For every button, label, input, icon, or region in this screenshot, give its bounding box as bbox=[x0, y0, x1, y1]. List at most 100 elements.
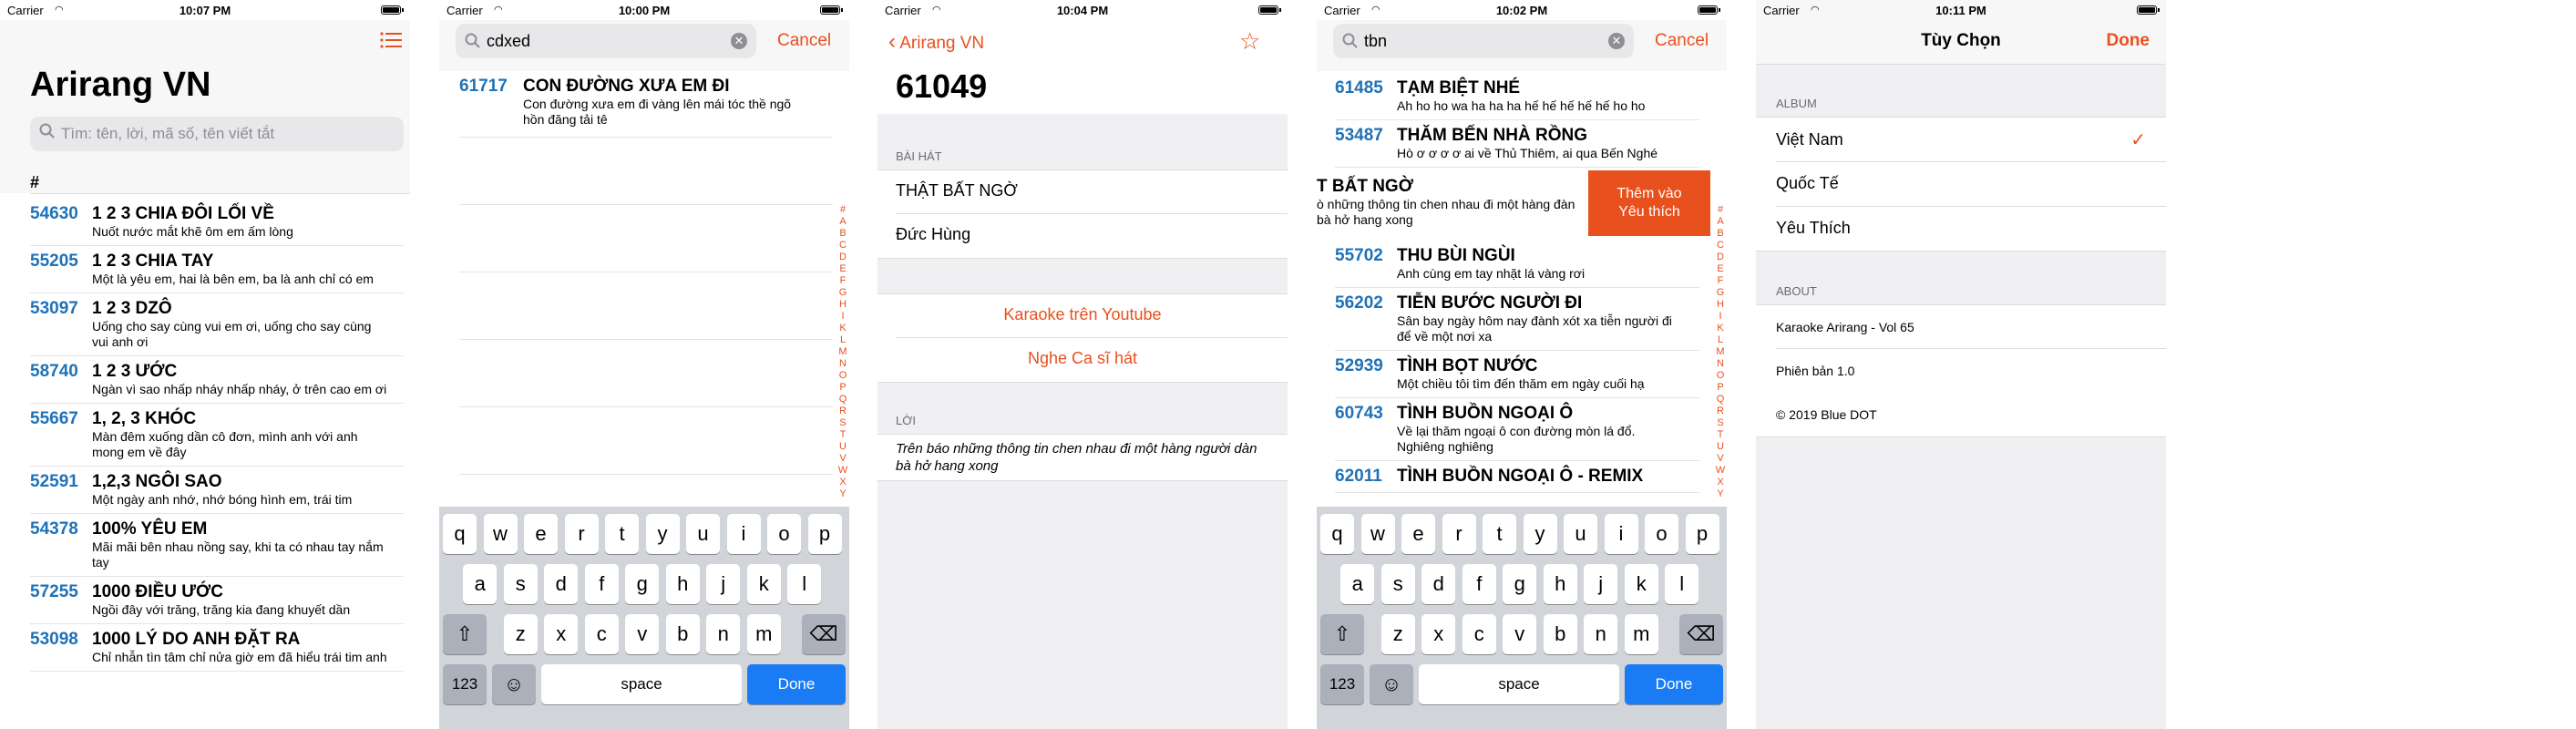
key-b[interactable]: b bbox=[1543, 614, 1577, 654]
key-s[interactable]: s bbox=[1380, 564, 1415, 604]
index-letter[interactable]: K bbox=[1714, 323, 1727, 334]
index-letter[interactable]: Q bbox=[836, 394, 849, 406]
key-h[interactable]: h bbox=[665, 564, 700, 604]
key-g[interactable]: g bbox=[1503, 564, 1537, 604]
list-menu-icon[interactable] bbox=[380, 31, 402, 49]
key-o[interactable]: o bbox=[1645, 514, 1678, 554]
done-button[interactable]: Done bbox=[2107, 31, 2150, 51]
key-s[interactable]: s bbox=[503, 564, 538, 604]
index-letter[interactable]: S bbox=[1714, 417, 1727, 429]
index-letter[interactable]: V bbox=[1714, 453, 1727, 465]
index-letter[interactable]: W bbox=[1714, 465, 1727, 477]
index-letter[interactable]: G bbox=[1714, 287, 1727, 299]
space-key[interactable]: space bbox=[541, 664, 742, 704]
index-letter[interactable]: R bbox=[1714, 406, 1727, 417]
index-letter[interactable]: U bbox=[836, 441, 849, 453]
clear-icon[interactable]: ✕ bbox=[731, 33, 747, 49]
key-l[interactable]: l bbox=[1665, 564, 1699, 604]
index-letter[interactable]: Y bbox=[1714, 488, 1727, 500]
backspace-key[interactable]: ⌫ bbox=[1679, 614, 1723, 654]
index-letter[interactable]: G bbox=[836, 287, 849, 299]
list-item[interactable]: 53098 1000 LÝ DO ANH ĐẶT RA Chỉ nhẫn tìn t… bbox=[30, 624, 404, 672]
index-letter[interactable]: N bbox=[1714, 358, 1727, 370]
key-d[interactable]: d bbox=[1421, 564, 1456, 604]
index-letter[interactable]: E bbox=[1714, 263, 1727, 275]
key-g[interactable]: g bbox=[625, 564, 660, 604]
index-letter[interactable]: T bbox=[836, 429, 849, 441]
list-item[interactable]: 61485 TẠM BIỆT NHÉ Ah ho ho wa ha ha ha hế… bbox=[1335, 73, 1699, 120]
index-bar[interactable]: # A B C D E F G H I K L M N O P Q R S T U V W X Y bbox=[1714, 204, 1727, 500]
key-f[interactable]: f bbox=[1462, 564, 1496, 604]
index-letter[interactable]: V bbox=[836, 453, 849, 465]
key-e[interactable]: e bbox=[1401, 514, 1435, 554]
list-item[interactable]: 52591 1,2,3 NGÔI SAO Một ngày anh nhớ, nhớ… bbox=[30, 467, 404, 514]
index-letter[interactable]: A bbox=[836, 216, 849, 228]
list-item[interactable]: 54630 1 2 3 CHIA ĐÔI LỐI VỀ Nuốt nước mắt … bbox=[30, 199, 404, 246]
index-letter[interactable]: F bbox=[1714, 275, 1727, 287]
list-item[interactable]: 61717 CON ĐƯỜNG XƯA EM ĐI Con đường xưa … bbox=[459, 77, 833, 128]
key-m[interactable]: m bbox=[746, 614, 781, 654]
listen-singer-button[interactable]: Nghe Ca sĩ hát bbox=[877, 349, 1288, 368]
index-letter[interactable]: U bbox=[1714, 441, 1727, 453]
key-u[interactable]: u bbox=[686, 514, 720, 554]
index-letter[interactable]: O bbox=[1714, 370, 1727, 382]
index-letter[interactable]: D bbox=[1714, 252, 1727, 263]
key-d[interactable]: d bbox=[544, 564, 579, 604]
emoji-key[interactable]: ☺ bbox=[492, 664, 536, 704]
index-letter[interactable]: F bbox=[836, 275, 849, 287]
numbers-key[interactable]: 123 bbox=[443, 664, 487, 704]
list-item[interactable]: 55667 1, 2, 3 KHÓC Màn đêm xuống dần cô đơ… bbox=[30, 404, 404, 467]
key-b[interactable]: b bbox=[665, 614, 700, 654]
key-w[interactable]: w bbox=[1360, 514, 1395, 554]
list-item[interactable]: 60743 TÌNH BUỒN NGOẠI Ô Về lại thăm ngoại … bbox=[1335, 398, 1699, 461]
album-option-international[interactable]: Quốc Tế bbox=[1756, 162, 2166, 206]
key-f[interactable]: f bbox=[584, 564, 619, 604]
index-letter[interactable]: P bbox=[836, 382, 849, 394]
key-c[interactable]: c bbox=[1462, 614, 1496, 654]
index-letter[interactable]: L bbox=[1714, 334, 1727, 346]
emoji-key[interactable]: ☺ bbox=[1370, 664, 1413, 704]
list-item[interactable]: 62011 TÌNH BUỒN NGOẠI Ô - REMIX bbox=[1335, 461, 1699, 493]
key-m[interactable]: m bbox=[1624, 614, 1658, 654]
index-letter[interactable]: Y bbox=[836, 488, 849, 500]
index-bar[interactable]: # A B C D E F G H I K L M N O P Q R S T U V W X Y bbox=[836, 204, 849, 500]
index-letter[interactable]: B bbox=[1714, 228, 1727, 240]
index-letter[interactable]: I bbox=[836, 311, 849, 323]
list-item[interactable]: 57255 1000 ĐIỀU ƯỚC Ngồi đây với trăng, tr… bbox=[30, 577, 404, 624]
cancel-button[interactable]: Cancel bbox=[1655, 31, 1709, 51]
index-letter[interactable]: A bbox=[1714, 216, 1727, 228]
index-letter[interactable]: M bbox=[1714, 346, 1727, 358]
key-v[interactable]: v bbox=[625, 614, 660, 654]
key-h[interactable]: h bbox=[1543, 564, 1577, 604]
index-letter[interactable]: N bbox=[836, 358, 849, 370]
key-c[interactable]: c bbox=[584, 614, 619, 654]
key-t[interactable]: t bbox=[605, 514, 639, 554]
key-v[interactable]: v bbox=[1503, 614, 1537, 654]
key-x[interactable]: x bbox=[1421, 614, 1456, 654]
index-letter[interactable]: L bbox=[836, 334, 849, 346]
space-key[interactable]: space bbox=[1419, 664, 1619, 704]
key-q[interactable]: q bbox=[1320, 514, 1354, 554]
key-z[interactable]: z bbox=[503, 614, 538, 654]
search-input[interactable]: Tìm: tên, lời, mã số, tên viết tắt bbox=[30, 117, 404, 151]
key-n[interactable]: n bbox=[1584, 614, 1618, 654]
backspace-key[interactable]: ⌫ bbox=[802, 614, 846, 654]
key-u[interactable]: u bbox=[1564, 514, 1597, 554]
key-i[interactable]: i bbox=[726, 514, 761, 554]
clear-icon[interactable]: ✕ bbox=[1608, 33, 1625, 49]
key-t[interactable]: t bbox=[1483, 514, 1516, 554]
key-i[interactable]: i bbox=[1604, 514, 1638, 554]
index-letter[interactable]: M bbox=[836, 346, 849, 358]
index-letter[interactable]: C bbox=[1714, 240, 1727, 252]
add-favorite-button[interactable]: Thêm vào Yêu thích bbox=[1588, 170, 1710, 236]
key-e[interactable]: e bbox=[524, 514, 558, 554]
back-button[interactable]: ‹ Arirang VN bbox=[888, 29, 984, 55]
karaoke-youtube-button[interactable]: Karaoke trên Youtube bbox=[877, 305, 1288, 324]
shift-key[interactable]: ⇧ bbox=[443, 614, 487, 654]
key-a[interactable]: a bbox=[1340, 564, 1375, 604]
list-item[interactable]: 53487 THĂM BẾN NHÀ RỒNG Hò ơ ơ ơ ơ ai về T… bbox=[1335, 120, 1699, 168]
swiped-list-item[interactable]: T BẤT NGỜ ò những thông tin chen nhau đi… bbox=[1317, 177, 1590, 228]
index-letter[interactable]: E bbox=[836, 263, 849, 275]
list-item[interactable]: 52939 TÌNH BỌT NƯỚC Một chiều tôi tìm đến … bbox=[1335, 351, 1699, 398]
done-key[interactable]: Done bbox=[747, 664, 846, 704]
